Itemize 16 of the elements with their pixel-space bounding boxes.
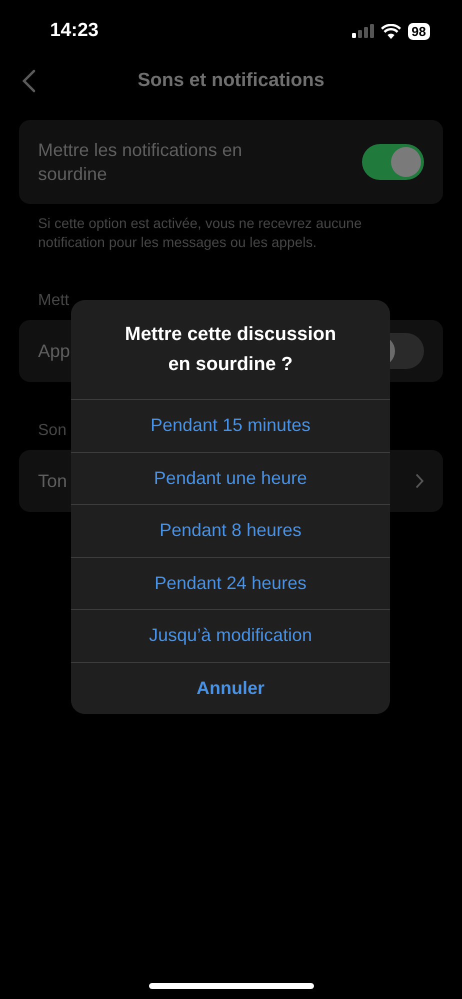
screen-title: Sons et notifications bbox=[138, 70, 324, 92]
status-time: 14:23 bbox=[50, 20, 99, 42]
chevron-icon bbox=[415, 473, 424, 489]
setting-label: App bbox=[38, 340, 70, 363]
section-header: Son bbox=[38, 422, 66, 441]
back-icon[interactable] bbox=[22, 69, 36, 93]
section-header: Mett bbox=[38, 292, 70, 311]
wifi-icon bbox=[380, 24, 401, 38]
battery-indicator: 98 bbox=[408, 22, 430, 40]
setting-description: Si cette option est activée, vous ne recevrez aucune notification pour les messages ou les appels. bbox=[38, 214, 363, 252]
dialog-option[interactable]: Annuler bbox=[71, 662, 390, 714]
signal-icon bbox=[352, 24, 374, 38]
dialog-title: Mettre cette discussion en sourdine ? bbox=[124, 323, 338, 377]
setting-label: Mettre les notifications en sourdine bbox=[38, 139, 244, 186]
toggle-switch[interactable] bbox=[362, 144, 424, 180]
setting-label: Ton bbox=[38, 470, 68, 493]
